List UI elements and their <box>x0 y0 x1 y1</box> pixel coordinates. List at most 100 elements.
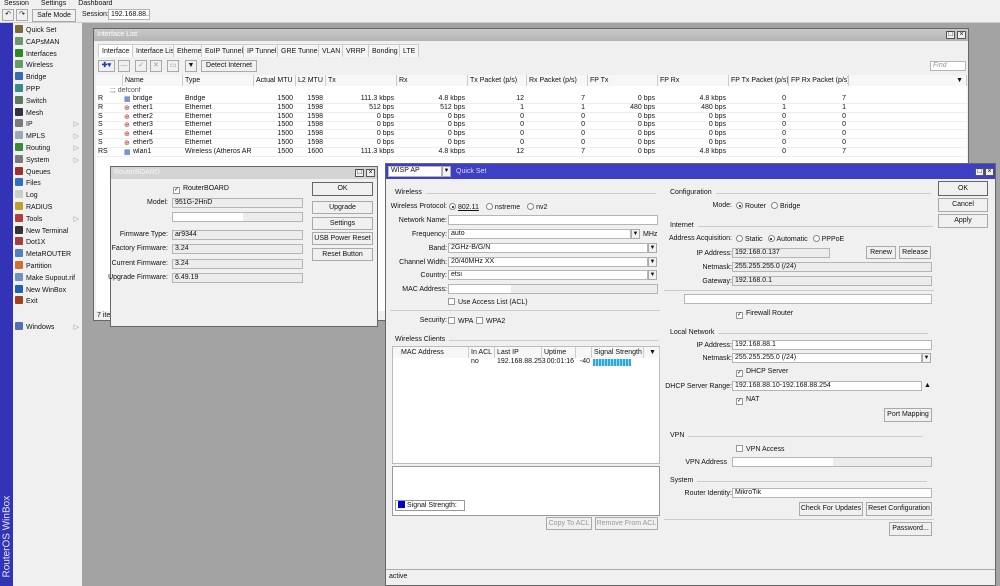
tab-vlan[interactable]: VLAN <box>318 44 344 57</box>
add-button[interactable]: ✚▾ <box>98 60 115 72</box>
firewall-router-checkbox[interactable]: ✓Firewall Router <box>736 310 793 319</box>
find-input[interactable]: Find <box>930 61 966 71</box>
table-row[interactable]: Sether3⊕Ethernet150015980 bps0 bps000 bp… <box>96 121 967 130</box>
detect-internet-button[interactable]: Detect Internet <box>201 60 257 72</box>
table-row[interactable]: Rether1⊕Ethernet15001598512 bps512 bps11… <box>96 104 967 113</box>
col-last-ip[interactable]: Last IP <box>495 347 542 358</box>
sidebar-item-metarouter[interactable]: MetaROUTER <box>15 249 81 260</box>
tab-interface[interactable]: Interface <box>98 44 133 57</box>
sidebar-item-capsman[interactable]: CAPsMAN <box>15 37 81 48</box>
sidebar-item-routing[interactable]: Routing▷ <box>15 143 81 154</box>
radio-nv2[interactable]: nv2 <box>536 204 547 211</box>
col-fp-rx[interactable]: FP Rx <box>658 75 729 86</box>
maximize-icon[interactable]: □ <box>975 168 984 176</box>
col-name[interactable]: Name <box>123 75 183 86</box>
menu-settings[interactable]: Settings <box>41 0 66 7</box>
upgrade-button[interactable]: Upgrade <box>312 201 373 214</box>
band-select[interactable]: 2GHz-B/G/N <box>448 243 648 253</box>
table-row[interactable]: Sether2⊕Ethernet150015980 bps0 bps000 bp… <box>96 113 967 122</box>
dhcp-server-checkbox[interactable]: ✓DHCP Server <box>736 368 788 377</box>
maximize-icon[interactable]: □ <box>946 31 955 39</box>
radio-pppoe[interactable]: PPPoE <box>822 236 845 243</box>
use-acl-checkbox[interactable]: Use Access List (ACL) <box>448 298 528 306</box>
sidebar-item-windows[interactable]: Windows▷ <box>15 322 81 333</box>
col-fp-rx-packet-p-s[interactable]: FP Rx Packet (p/s) <box>789 75 849 86</box>
col-in-acl[interactable]: In ACL <box>469 347 495 358</box>
col-rx[interactable]: Rx <box>397 75 468 86</box>
sidebar-item-wireless[interactable]: Wireless <box>15 60 81 71</box>
sidebar-item-quick-set[interactable]: Quick Set <box>15 25 81 36</box>
close-icon[interactable]: × <box>957 31 966 39</box>
apply-button[interactable]: Apply <box>938 214 988 228</box>
col-mac-address[interactable]: MAC Address <box>393 347 469 358</box>
table-row[interactable]: Sether4⊕Ethernet150015980 bps0 bps000 bp… <box>96 130 967 139</box>
sidebar-item-bridge[interactable]: Bridge <box>15 72 81 83</box>
radio-nstreme[interactable]: nstreme <box>495 204 520 211</box>
reset-button-button[interactable]: Reset Button <box>312 248 373 261</box>
chevron-down-icon[interactable]: ▼ <box>631 229 640 239</box>
sidebar-item-partition[interactable]: Partition <box>15 261 81 272</box>
ok-button[interactable]: OK <box>312 182 373 196</box>
radio-router[interactable]: Router <box>745 203 766 210</box>
safe-mode-button[interactable]: Safe Mode <box>32 9 76 22</box>
sidebar-item-log[interactable]: Log <box>15 190 81 201</box>
settings-button[interactable]: Settings <box>312 217 373 230</box>
mode-radio-group[interactable]: Router Bridge <box>736 202 800 210</box>
comment-button[interactable]: ▭ <box>167 60 179 72</box>
wpa2-checkbox[interactable]: WPA2 <box>476 317 505 325</box>
vpn-access-checkbox[interactable]: VPN Access <box>736 445 785 453</box>
col-uptime[interactable]: Uptime <box>542 347 576 358</box>
reset-configuration-button[interactable]: Reset Configuration <box>866 502 932 516</box>
col-actual-mtu[interactable]: Actual MTU <box>254 75 296 86</box>
col-fp-tx[interactable]: FP Tx <box>588 75 658 86</box>
sidebar-item-mpls[interactable]: MPLS▷ <box>15 131 81 142</box>
col-signal[interactable] <box>576 347 592 358</box>
col-fp-tx-packet-p-s[interactable]: FP Tx Packet (p/s) <box>729 75 789 86</box>
chevron-down-icon[interactable]: ▼ <box>442 166 451 177</box>
radio-bridge[interactable]: Bridge <box>780 203 800 210</box>
router-identity-input[interactable]: MikroTik <box>732 488 932 498</box>
tab-bonding[interactable]: Bonding <box>368 44 402 57</box>
sidebar-item-switch[interactable]: Switch <box>15 96 81 107</box>
country-select[interactable]: etsi <box>448 270 648 280</box>
sidebar-item-interfaces[interactable]: Interfaces <box>15 49 81 60</box>
radio-automatic[interactable]: Automatic <box>777 236 808 243</box>
sidebar-item-new-terminal[interactable]: New Terminal <box>15 226 81 237</box>
tab-lte[interactable]: LTE <box>399 44 419 57</box>
tab-ip-tunnel[interactable]: IP Tunnel <box>243 44 280 57</box>
tab-gre-tunnel[interactable]: GRE Tunnel <box>277 44 323 57</box>
sidebar-item-ip[interactable]: IP▷ <box>15 119 81 130</box>
redacted-field[interactable] <box>684 294 932 304</box>
nat-checkbox[interactable]: ✓NAT <box>736 396 759 405</box>
chevron-down-icon[interactable]: ▼ <box>922 353 931 363</box>
network-name-input[interactable] <box>448 215 658 225</box>
sidebar-item-ppp[interactable]: PPP <box>15 84 81 95</box>
sidebar-item-new-winbox[interactable]: New WinBox <box>15 285 81 296</box>
wpa-checkbox[interactable]: WPA <box>448 317 473 325</box>
sidebar-item-files[interactable]: Files <box>15 178 81 189</box>
remove-from-acl-button[interactable]: Remove From ACL <box>595 517 658 530</box>
col-flags[interactable] <box>96 75 123 86</box>
filter-icon[interactable]: ▼ <box>185 60 197 72</box>
sidebar-item-mesh[interactable]: Mesh <box>15 108 81 119</box>
table-row[interactable]: RSwlan1▦Wireless (Atheros AR9...15001600… <box>96 148 967 157</box>
tab-eoip-tunnel[interactable]: EoIP Tunnel <box>201 44 247 57</box>
sidebar-item-radius[interactable]: RADIUS <box>15 202 81 213</box>
password-button[interactable]: Password... <box>889 522 932 536</box>
dhcp-range-input[interactable]: 192.168.88.10-192.168.88.254 <box>732 381 922 391</box>
disable-button[interactable]: ✕ <box>150 60 162 72</box>
table-row[interactable]: Sether5⊕Ethernet150015980 bps0 bps000 bp… <box>96 139 967 148</box>
chevron-up-icon[interactable]: ▲ <box>924 382 931 389</box>
sidebar-item-system[interactable]: System▷ <box>15 155 81 166</box>
redo-icon[interactable]: ↷ <box>16 9 28 21</box>
table-row[interactable]: Rbridge▦Bridge15001598111.3 kbps4.8 kbps… <box>96 95 967 104</box>
local-netmask-select[interactable]: 255.255.255.0 (/24) <box>732 353 922 363</box>
col-type[interactable]: Type <box>183 75 254 86</box>
undo-icon[interactable]: ↶ <box>2 9 14 21</box>
enable-button[interactable]: ✓ <box>135 60 147 72</box>
close-icon[interactable]: × <box>985 168 994 176</box>
chevron-down-icon[interactable]: ▼ <box>648 270 657 280</box>
copy-to-acl-button[interactable]: Copy To ACL <box>546 517 592 530</box>
port-mapping-button[interactable]: Port Mapping <box>884 408 932 422</box>
renew-button[interactable]: Renew <box>866 246 896 259</box>
